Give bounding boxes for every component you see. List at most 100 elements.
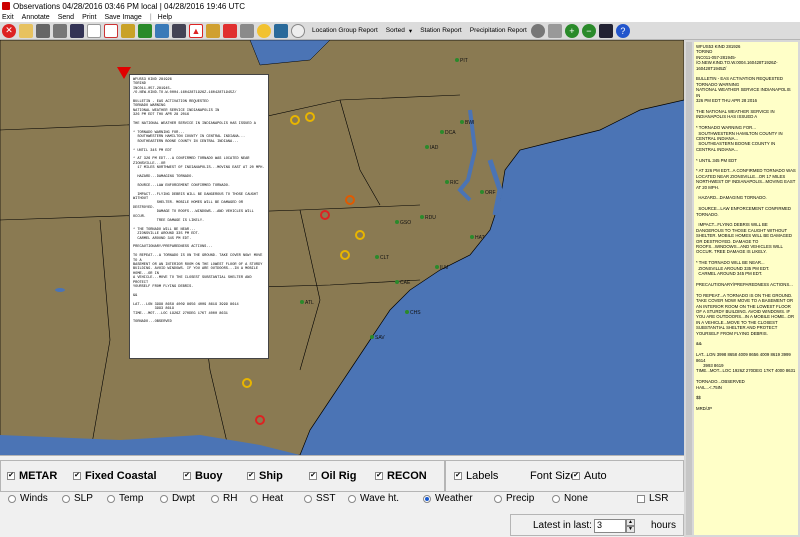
open-folder-icon[interactable]: [19, 23, 33, 38]
save-icon[interactable]: [70, 23, 84, 38]
weather-radio[interactable]: Weather: [423, 493, 473, 504]
toolbar: ✕ ▲ Location Group Report Sorted ▾ Stati…: [0, 22, 800, 40]
precip-radio[interactable]: Precip: [494, 493, 534, 504]
sorted-dropdown[interactable]: Sorted: [386, 27, 405, 34]
station-marker[interactable]: DCA: [440, 130, 456, 136]
flag-icon[interactable]: [223, 23, 237, 38]
us-map-icon[interactable]: [598, 23, 613, 38]
recon-checkbox[interactable]: ✔ RECON: [375, 470, 427, 482]
winds-radio[interactable]: Winds: [8, 493, 48, 504]
warning-popup: WFUS53 KIND 281926 TORIND INC011-057-281…: [129, 74, 269, 359]
spinner-down-button[interactable]: ▼: [626, 526, 635, 533]
latest-in-last-label: Latest in last:: [533, 520, 592, 531]
grid-icon[interactable]: [240, 23, 254, 38]
warning-marker-icon[interactable]: [290, 115, 300, 125]
station-marker[interactable]: ILM: [435, 265, 448, 271]
window-title: Observations 04/28/2016 03:46 PM local |…: [13, 1, 246, 11]
sun-icon[interactable]: [257, 23, 271, 38]
lsr-checkbox[interactable]: LSR: [637, 493, 668, 504]
menu-separator: |: [149, 13, 152, 21]
globe-icon[interactable]: [530, 23, 545, 38]
dwpt-radio[interactable]: Dwpt: [160, 493, 195, 504]
fixed-coastal-checkbox[interactable]: ✔ Fixed Coastal: [73, 470, 157, 482]
platform-group: ✔ METAR ✔ Fixed Coastal ✔ Buoy ✔ Ship ✔ Oil R…: [0, 460, 445, 492]
menu-exit[interactable]: Exit: [2, 14, 14, 21]
zoom-out-icon[interactable]: −: [581, 23, 596, 38]
exit-icon[interactable]: ✕: [2, 23, 16, 38]
zoom-in-icon[interactable]: +: [564, 23, 579, 38]
bulletin-text: WFUS53 KIND 281926 TORIND INC011-057-281…: [694, 42, 798, 535]
station-marker[interactable]: BWI: [460, 120, 474, 126]
menu-save-image[interactable]: Save Image: [104, 14, 141, 21]
station-marker[interactable]: HAT: [470, 235, 485, 241]
ship-icon[interactable]: [36, 23, 50, 38]
warning-marker-icon[interactable]: [242, 378, 252, 388]
labels-checkbox[interactable]: ✔ Labels: [454, 470, 498, 482]
wave-height-radio[interactable]: Wave ht.: [348, 493, 399, 504]
chart-icon[interactable]: [206, 23, 220, 38]
signal-icon[interactable]: [121, 23, 135, 38]
help-icon[interactable]: ?: [615, 23, 630, 38]
sst-radio[interactable]: SST: [304, 493, 335, 504]
station-marker[interactable]: ATL: [300, 300, 314, 306]
rh-radio[interactable]: RH: [211, 493, 237, 504]
menu-help[interactable]: Help: [158, 14, 172, 21]
station-marker[interactable]: CAE: [395, 280, 410, 286]
weather-icon[interactable]: [138, 23, 152, 38]
lake: [55, 288, 65, 292]
warning-marker-icon[interactable]: [340, 250, 350, 260]
heat-radio[interactable]: Heat: [250, 493, 283, 504]
station-report-button[interactable]: Station Report: [420, 27, 462, 34]
labels-group: ✔ Labels Font Size: ✔ Auto: [445, 460, 684, 492]
menu-annotate[interactable]: Annotate: [22, 14, 50, 21]
land-mass: [0, 40, 684, 455]
print-icon[interactable]: [53, 23, 67, 38]
precipitation-report-button[interactable]: Precipitation Report: [470, 27, 527, 34]
none-radio[interactable]: None: [552, 493, 588, 504]
map-canvas: [0, 40, 684, 455]
sorted-chevron-down-icon[interactable]: ▾: [409, 27, 412, 35]
warning-marker-icon[interactable]: [320, 210, 330, 220]
menu-print[interactable]: Print: [82, 14, 96, 21]
clock-icon[interactable]: [291, 23, 305, 38]
warning-icon[interactable]: ▲: [189, 23, 203, 38]
oil-rig-checkbox[interactable]: ✔ Oil Rig: [309, 470, 356, 482]
blank-page-icon[interactable]: [87, 23, 101, 38]
buoy-checkbox[interactable]: ✔ Buoy: [183, 470, 223, 482]
temp-radio[interactable]: Temp: [107, 493, 143, 504]
bulletin-panel: WFUS53 KIND 281926 TORIND INC011-057-281…: [684, 40, 800, 537]
station-marker[interactable]: SAV: [370, 335, 385, 341]
hours-label: hours: [651, 520, 677, 531]
station-marker[interactable]: PIT: [455, 58, 468, 64]
cloud-icon[interactable]: [172, 23, 186, 38]
warning-marker-icon[interactable]: [355, 230, 365, 240]
ship-checkbox[interactable]: ✔ Ship: [247, 470, 283, 482]
refresh-icon[interactable]: [547, 23, 562, 38]
latest-in-last-group: Latest in last: 3 ▲ ▼ hours: [510, 514, 684, 536]
hours-spinner-input[interactable]: 3: [594, 519, 626, 533]
map-view[interactable]: PIT DCA BWI IAD RIC ORF RDU GSO HAT CLT …: [0, 40, 684, 455]
station-marker[interactable]: IAD: [425, 145, 438, 151]
menu-bar: Exit Annotate Send Print Save Image | He…: [0, 12, 800, 22]
station-marker[interactable]: GSO: [395, 220, 411, 226]
station-marker[interactable]: CLT: [375, 255, 389, 261]
metar-checkbox[interactable]: ✔ METAR: [7, 470, 57, 482]
weather2-icon[interactable]: [274, 23, 288, 38]
station-marker[interactable]: RDU: [420, 215, 436, 221]
scrollbar[interactable]: [686, 42, 692, 535]
warning-marker-icon[interactable]: [305, 112, 315, 122]
slp-radio[interactable]: SLP: [62, 493, 93, 504]
title-bar: Observations 04/28/2016 03:46 PM local |…: [0, 0, 800, 12]
spinner-up-button[interactable]: ▲: [626, 519, 635, 526]
map-layer-icon[interactable]: [155, 23, 169, 38]
location-group-report-button[interactable]: Location Group Report: [312, 27, 378, 34]
station-marker[interactable]: CHS: [405, 310, 421, 316]
pdf-icon[interactable]: [104, 23, 118, 38]
station-marker[interactable]: RIC: [445, 180, 459, 186]
auto-checkbox[interactable]: ✔ Auto: [572, 470, 607, 482]
station-marker[interactable]: ORF: [480, 190, 496, 196]
app-icon: [2, 2, 10, 10]
menu-send[interactable]: Send: [58, 14, 74, 21]
warning-marker-icon[interactable]: [255, 415, 265, 425]
warning-marker-icon[interactable]: [345, 195, 355, 205]
